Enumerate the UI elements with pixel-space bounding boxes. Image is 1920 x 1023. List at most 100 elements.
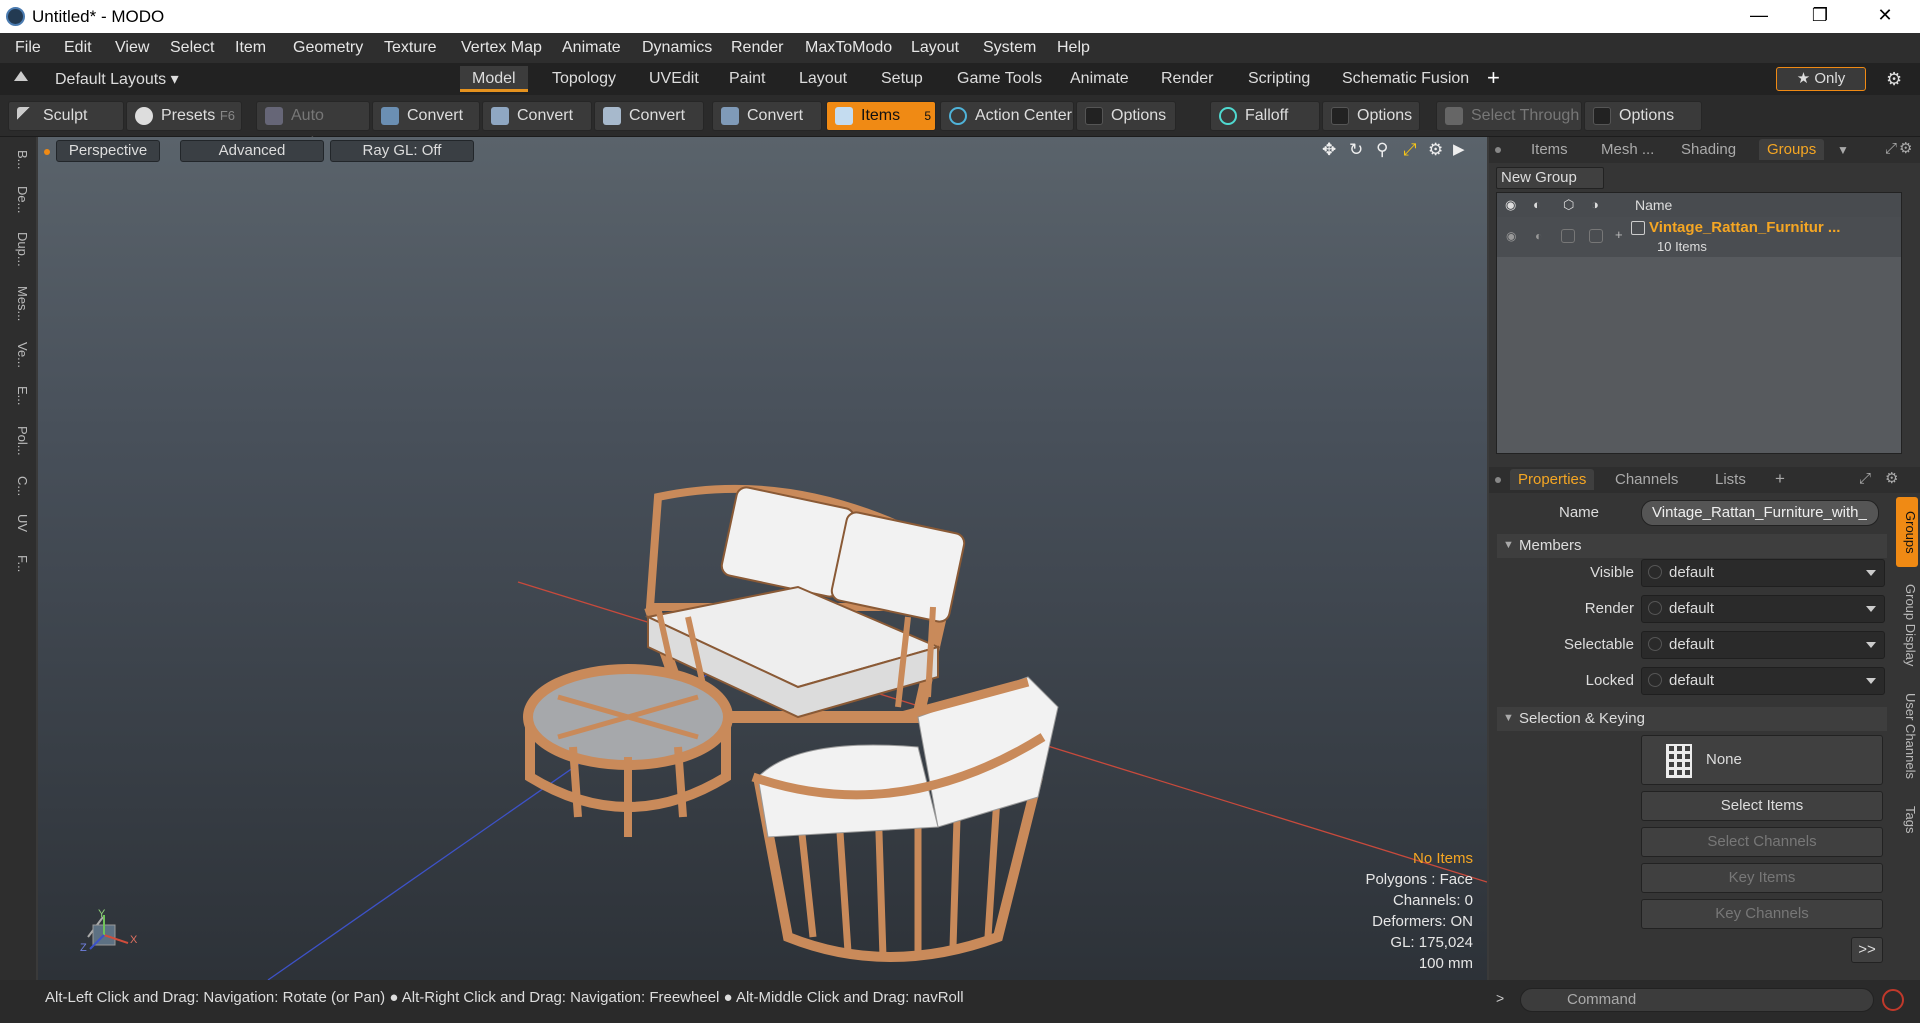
tab-mesh[interactable]: Mesh ... bbox=[1601, 141, 1654, 158]
none-button[interactable]: None bbox=[1641, 735, 1883, 785]
tab-layout[interactable]: Layout bbox=[787, 66, 859, 92]
sculpt-button[interactable]: Sculpt bbox=[8, 101, 124, 131]
tab-scripting[interactable]: Scripting bbox=[1236, 66, 1322, 92]
group-name[interactable]: Vintage_Rattan_Furnitur ... bbox=[1649, 219, 1840, 236]
only-button[interactable]: ★ Only bbox=[1776, 67, 1866, 91]
minimize-button[interactable]: — bbox=[1736, 0, 1782, 33]
options-button-1[interactable]: Options bbox=[1076, 101, 1176, 131]
record-icon[interactable] bbox=[1882, 989, 1904, 1011]
command-input[interactable]: Command bbox=[1520, 988, 1874, 1012]
menu-system[interactable]: System bbox=[983, 39, 1036, 57]
options-button-2[interactable]: Options bbox=[1322, 101, 1420, 131]
menu-edit[interactable]: Edit bbox=[64, 39, 92, 57]
tab-shading[interactable]: Shading bbox=[1681, 141, 1736, 158]
left-tool-tab[interactable]: B... bbox=[6, 142, 30, 178]
falloff-button[interactable]: Falloff bbox=[1210, 101, 1320, 131]
add-tab-button[interactable]: + bbox=[1775, 469, 1785, 489]
select-through-button[interactable]: Select Through bbox=[1436, 101, 1582, 131]
convert-button-2[interactable]: Convert bbox=[482, 101, 592, 131]
menu-dynamics[interactable]: Dynamics bbox=[642, 39, 712, 57]
menu-animate[interactable]: Animate bbox=[562, 39, 621, 57]
action-center-button[interactable]: Action Center bbox=[940, 101, 1074, 131]
side-tab-user-channels[interactable]: User Channels bbox=[1896, 683, 1918, 789]
menu-item[interactable]: Item bbox=[235, 39, 266, 57]
auto-select-button[interactable]: Auto Select bbox=[256, 101, 370, 152]
3d-viewport[interactable]: Perspective Advanced Ray GL: Off ✥ ↻ ⚲ ⤢… bbox=[38, 137, 1487, 980]
select-items-button[interactable]: Select Items bbox=[1641, 791, 1883, 821]
left-tool-tab[interactable]: C... bbox=[6, 470, 30, 502]
menu-help[interactable]: Help bbox=[1057, 39, 1090, 57]
maximize-button[interactable]: ❐ bbox=[1797, 0, 1843, 33]
name-field[interactable]: Vintage_Rattan_Furniture_with_ bbox=[1641, 500, 1879, 526]
tab-uvedit[interactable]: UVEdit bbox=[637, 66, 711, 92]
selection-keying-section[interactable]: ▼ Selection & Keying bbox=[1497, 707, 1887, 731]
lock-checkbox[interactable] bbox=[1589, 229, 1603, 243]
expand-icon[interactable]: + bbox=[1615, 227, 1623, 242]
tab-groups[interactable]: Groups bbox=[1759, 139, 1825, 160]
left-tool-tab[interactable]: F... bbox=[6, 544, 30, 584]
tab-dropdown-icon[interactable]: ▼ bbox=[1837, 143, 1849, 157]
add-tab-button[interactable]: + bbox=[1487, 65, 1500, 91]
pop-out-icon[interactable]: ⤢ bbox=[1885, 140, 1897, 157]
menu-select[interactable]: Select bbox=[170, 39, 214, 57]
convert-button-4[interactable]: Convert bbox=[712, 101, 822, 131]
tab-paint[interactable]: Paint bbox=[717, 66, 777, 92]
items-mode-button[interactable]: Items 5 bbox=[826, 101, 936, 131]
selectable-checkbox[interactable] bbox=[1561, 229, 1575, 243]
menu-maxtomodo[interactable]: MaxToModo bbox=[805, 39, 892, 57]
side-tab-tags[interactable]: Tags bbox=[1896, 795, 1918, 845]
collapse-arrow-icon[interactable] bbox=[14, 71, 28, 81]
tab-topology[interactable]: Topology bbox=[540, 66, 628, 92]
render-dropdown[interactable]: default bbox=[1641, 595, 1885, 623]
tab-model[interactable]: Model bbox=[460, 66, 528, 92]
tab-properties[interactable]: Properties bbox=[1510, 469, 1595, 490]
tab-lists[interactable]: Lists bbox=[1715, 471, 1746, 488]
key-items-button[interactable]: Key Items bbox=[1641, 863, 1883, 893]
group-row[interactable]: ◉ ◐ + Vintage_Rattan_Furnitur ... 10 Ite… bbox=[1497, 217, 1901, 257]
select-channels-button[interactable]: Select Channels bbox=[1641, 827, 1883, 857]
presets-button[interactable]: Presets F6 bbox=[126, 101, 242, 131]
settings-gear-icon[interactable]: ⚙ bbox=[1886, 69, 1902, 90]
convert-button-1[interactable]: Convert bbox=[372, 101, 480, 131]
tab-schematic-fusion[interactable]: Schematic Fusion bbox=[1330, 66, 1481, 92]
render-toggle-icon[interactable]: ◐ bbox=[1535, 229, 1542, 243]
side-tab-groups[interactable]: Groups bbox=[1896, 497, 1918, 567]
menu-vertex-map[interactable]: Vertex Map bbox=[461, 39, 542, 57]
default-layouts-dropdown[interactable]: Default Layouts ▾ bbox=[55, 69, 179, 89]
tab-channels[interactable]: Channels bbox=[1615, 471, 1678, 488]
menu-file[interactable]: File bbox=[15, 39, 41, 57]
menu-geometry[interactable]: Geometry bbox=[293, 39, 363, 57]
pop-out-icon[interactable]: ⤢ bbox=[1859, 470, 1871, 487]
visible-dropdown[interactable]: default bbox=[1641, 559, 1885, 587]
tab-game-tools[interactable]: Game Tools bbox=[945, 66, 1054, 92]
menu-texture[interactable]: Texture bbox=[384, 39, 436, 57]
tab-animate[interactable]: Animate bbox=[1058, 66, 1141, 92]
left-tool-tab[interactable]: Pol... bbox=[6, 417, 30, 465]
new-group-button[interactable]: New Group bbox=[1496, 167, 1604, 189]
menu-layout[interactable]: Layout bbox=[911, 39, 959, 57]
panel-dot-icon[interactable] bbox=[1495, 147, 1501, 153]
left-tool-tab[interactable]: De... bbox=[6, 180, 30, 220]
menu-render[interactable]: Render bbox=[731, 39, 783, 57]
panel-gear-icon[interactable]: ⚙ bbox=[1885, 469, 1898, 487]
left-tool-tab[interactable]: Dup... bbox=[6, 225, 30, 273]
visibility-eye-icon[interactable]: ◉ bbox=[1506, 229, 1516, 243]
panel-dot-icon[interactable] bbox=[1495, 477, 1501, 483]
tab-items[interactable]: Items bbox=[1531, 141, 1568, 158]
left-tool-tab[interactable]: Mes... bbox=[6, 278, 30, 330]
close-button[interactable]: ✕ bbox=[1862, 0, 1908, 33]
selectable-dropdown[interactable]: default bbox=[1641, 631, 1885, 659]
members-section[interactable]: ▼ Members bbox=[1497, 534, 1887, 558]
left-tool-tab[interactable]: UV bbox=[6, 507, 30, 539]
panel-gear-icon[interactable]: ⚙ bbox=[1899, 139, 1912, 157]
key-channels-button[interactable]: Key Channels bbox=[1641, 899, 1883, 929]
locked-dropdown[interactable]: default bbox=[1641, 667, 1885, 695]
menu-view[interactable]: View bbox=[115, 39, 149, 57]
tab-setup[interactable]: Setup bbox=[869, 66, 935, 92]
left-tool-tab[interactable]: Ve... bbox=[6, 335, 30, 375]
side-tab-group-display[interactable]: Group Display bbox=[1896, 572, 1918, 678]
options-button-3[interactable]: Options bbox=[1584, 101, 1702, 131]
tab-render[interactable]: Render bbox=[1149, 66, 1225, 92]
more-button[interactable]: >> bbox=[1851, 937, 1883, 963]
convert-button-3[interactable]: Convert bbox=[594, 101, 704, 131]
